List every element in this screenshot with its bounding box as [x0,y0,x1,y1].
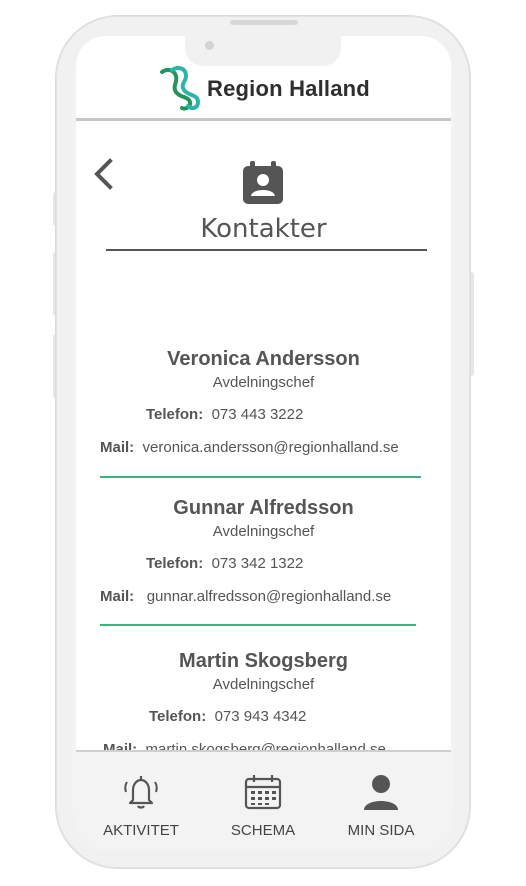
contact-phone[interactable]: 073 443 3222 [212,406,304,423]
contact-phone[interactable]: 073 943 4342 [215,708,307,725]
nav-label: SCHEMA [230,822,296,839]
contact-divider [100,624,416,626]
user-icon [364,775,398,810]
contacts-list[interactable]: Veronica Andersson Avdelningschef Telefo… [76,336,451,752]
nav-item-schema[interactable]: SCHEMA [208,752,318,850]
phone-label: Telefon: [146,406,204,423]
phone-label: Telefon: [146,555,204,572]
contact-divider [100,476,421,478]
nav-label: MIN SIDA [347,822,415,839]
contact-mail[interactable]: gunnar.alfredsson@regionhalland.se [147,588,392,605]
contact-phone-row: Telefon: 073 342 1322 [146,555,303,572]
phone-label: Telefon: [149,708,207,725]
contact-role: Avdelningschef [212,523,315,540]
header-divider [76,118,451,121]
contact-phone-row: Telefon: 073 943 4342 [149,708,306,725]
contact-mail[interactable]: veronica.andersson@regionhalland.se [143,439,399,456]
mail-label: Mail: [100,588,135,605]
contact-name: Veronica Andersson [167,348,360,370]
contact-role: Avdelningschef [212,374,315,391]
app-screen: Region Halland Kontakter Veronica Anders… [76,36,451,850]
nav-label: AKTIVITET [103,822,179,839]
title-underline [106,249,427,251]
mail-label: Mail: [100,439,135,456]
phone-speaker [230,20,298,25]
bottom-nav: AKTIVITET SCHEMA MIN SIDA [76,752,451,850]
contact-mail-row: Mail: gunnar.alfredsson@regionhalland.se [100,588,391,605]
nav-item-min-sida[interactable]: MIN SIDA [326,752,436,850]
brand-name: Region Halland [207,76,370,101]
chevron-left-icon[interactable] [90,156,116,192]
contact-name: Gunnar Alfredsson [173,497,354,519]
contact-phone[interactable]: 073 342 1322 [212,555,304,572]
bell-icon [124,776,158,809]
camera-dot [205,41,214,50]
nav-item-aktivitet[interactable]: AKTIVITET [86,752,196,850]
contact-name: Martin Skogsberg [179,650,348,672]
app-header: Region Halland [76,66,451,112]
contact-role: Avdelningschef [212,676,315,693]
page-title: Kontakter [200,214,327,244]
contact-mail-row: Mail: veronica.andersson@regionhalland.s… [100,439,399,456]
contact-phone-row: Telefon: 073 443 3222 [146,406,303,423]
phone-notch [185,36,341,66]
contact-card-icon [243,161,283,204]
region-halland-logo-icon [160,66,201,111]
calendar-icon [244,775,282,810]
